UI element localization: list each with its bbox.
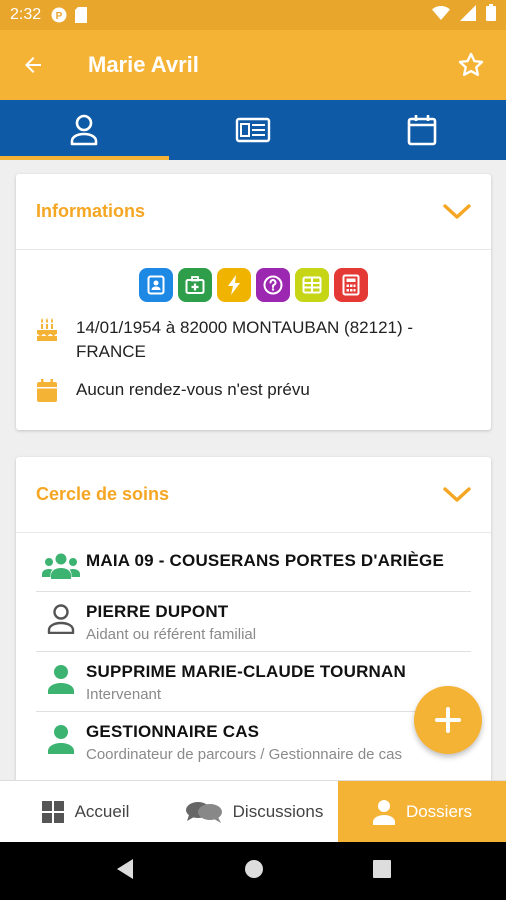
informations-header[interactable]: Informations (16, 174, 491, 250)
dashboard-icon (41, 800, 64, 823)
svg-text:P: P (56, 11, 63, 22)
nav-home[interactable]: Accueil (0, 781, 170, 842)
grid-badge[interactable] (295, 268, 329, 302)
care-circle-header[interactable]: Cercle de soins (16, 457, 491, 533)
care-member-row[interactable]: SUPPRIME MARIE-CLAUDE TOURNAN Intervenan… (36, 652, 471, 712)
battery-icon (486, 4, 496, 26)
app-notification-icon: P (51, 7, 67, 23)
person-icon (372, 799, 395, 825)
tab-bar (0, 100, 506, 160)
grid-icon (302, 276, 322, 294)
care-circle-title: Cercle de soins (36, 484, 170, 504)
wifi-icon (432, 5, 450, 25)
birth-info: 14/01/1954 à 82000 MONTAUBAN (82121) - F… (76, 318, 414, 361)
recents-square-icon[interactable] (373, 859, 392, 883)
appointment-row: Aucun rendez-vous n'est prévu (16, 378, 491, 403)
member-name: SUPPRIME MARIE-CLAUDE TOURNAN (86, 662, 406, 681)
calendar-filled-icon (36, 378, 76, 403)
member-role: Aidant ou référent familial (86, 626, 257, 643)
person-icon (71, 114, 98, 146)
person-outline-icon (36, 602, 86, 634)
chevron-down-icon (443, 486, 471, 502)
informations-title: Informations (36, 201, 146, 221)
back-button[interactable] (0, 30, 66, 100)
id-card-icon (235, 117, 271, 143)
nav-files[interactable]: Dossiers (338, 781, 506, 842)
member-name: GESTIONNAIRE CAS (86, 722, 260, 741)
status-time: 2:32 (10, 6, 42, 23)
calculator-icon (342, 274, 360, 296)
nav-discussions-label: Discussions (232, 801, 324, 821)
tab-documents[interactable] (169, 100, 338, 160)
lightning-badge[interactable] (217, 268, 251, 302)
person-icon (36, 662, 86, 694)
home-circle-icon[interactable] (244, 859, 264, 884)
star-outline-icon (458, 52, 484, 77)
member-name: PIERRE DUPONT (86, 602, 229, 621)
contact-card-icon (147, 275, 165, 295)
medical-kit-badge[interactable] (178, 268, 212, 302)
arrow-left-icon (25, 57, 41, 73)
status-bar: 2:32 P (0, 0, 506, 30)
system-navigation-bar (0, 842, 506, 900)
question-icon (263, 275, 283, 295)
contact-card-badge[interactable] (139, 268, 173, 302)
appointment-info: Aucun rendez-vous n'est prévu (76, 380, 310, 399)
birth-row: 14/01/1954 à 82000 MONTAUBAN (82121) - F… (16, 316, 491, 364)
care-member-row[interactable]: MAIA 09 - COUSERANS PORTES D'ARIÈGE (36, 533, 471, 592)
birthday-cake-icon (36, 316, 76, 341)
page-title: Marie Avril (88, 52, 199, 77)
chevron-down-icon (443, 203, 471, 219)
plus-icon (435, 707, 461, 733)
member-role: Intervenant (86, 686, 162, 703)
care-member-row[interactable]: GESTIONNAIRE CAS Coordinateur de parcour… (36, 712, 471, 771)
nav-discussions[interactable]: Discussions (170, 781, 338, 842)
person-icon (36, 722, 86, 754)
content-area[interactable]: Informations 14/01/1954 à 82000 MONTAUBA… (0, 160, 506, 780)
bottom-navigation: Accueil Discussions Dossiers (0, 780, 506, 842)
sd-card-icon (75, 7, 88, 23)
calculator-badge[interactable] (334, 268, 368, 302)
profile-badges (16, 268, 491, 302)
nav-files-label: Dossiers (405, 801, 473, 821)
medical-kit-icon (185, 276, 205, 294)
member-role: Coordinateur de parcours / Gestionnaire … (86, 746, 403, 763)
add-button[interactable] (414, 686, 482, 754)
nav-home-label: Accueil (74, 801, 130, 821)
group-icon (36, 551, 86, 579)
app-bar: Marie Avril (0, 30, 506, 100)
back-triangle-icon[interactable] (115, 858, 135, 885)
chat-bubbles-icon (185, 801, 222, 823)
question-badge[interactable] (256, 268, 290, 302)
tab-profile[interactable] (0, 100, 169, 160)
care-member-row[interactable]: PIERRE DUPONT Aidant ou référent familia… (36, 592, 471, 652)
member-name: MAIA 09 - COUSERANS PORTES D'ARIÈGE (86, 551, 445, 570)
calendar-icon (407, 115, 436, 146)
informations-card: Informations 14/01/1954 à 82000 MONTAUBA… (16, 174, 491, 430)
tab-calendar[interactable] (337, 100, 506, 160)
signal-icon (460, 4, 476, 26)
favorite-button[interactable] (436, 30, 506, 100)
lightning-icon (228, 275, 240, 295)
